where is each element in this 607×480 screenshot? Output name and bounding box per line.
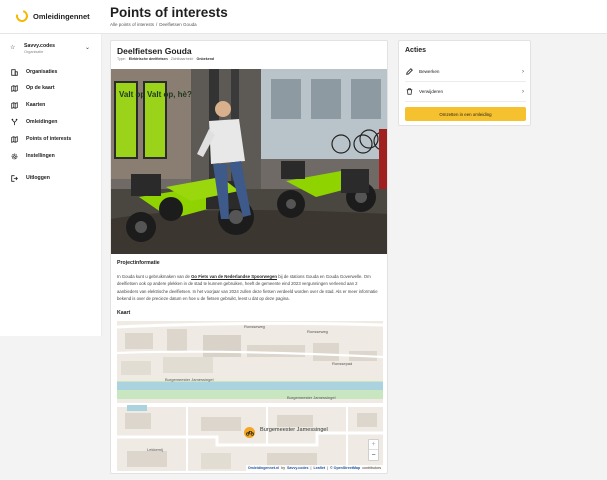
map-icon xyxy=(10,84,18,92)
project-info-text-part1: In Gouda kunt u gebruikmaken van de xyxy=(117,274,192,279)
breadcrumb-current: Deelfietsen Gouda xyxy=(159,22,197,27)
street-label: Ronsseweg xyxy=(307,329,328,334)
edit-action[interactable]: Bewerken › xyxy=(405,62,526,82)
poster-text-2: Valt op, hè? xyxy=(147,90,192,99)
trash-icon xyxy=(405,88,413,96)
marker-label: Burgemeester Jamessingel xyxy=(260,427,328,433)
detour-icon xyxy=(10,118,18,126)
logout-icon xyxy=(10,174,18,182)
sidebar-item-label: Points of interests xyxy=(26,136,72,142)
edit-action-label: Bewerken xyxy=(419,69,440,74)
zoom-control: + − xyxy=(368,439,379,461)
breadcrumb: Alle points of interests / Deelfietsen G… xyxy=(110,22,197,27)
sidebar-item-label: Omleidingen xyxy=(26,119,58,125)
project-info-text: In Gouda kunt u gebruikmaken van de Go F… xyxy=(117,273,379,303)
street-label: Burgemeester Jamessingel xyxy=(287,395,336,400)
poi-detail-card: Deelfietsen Gouda Type: Elektrische deel… xyxy=(110,40,388,474)
street-label: Ronssepad xyxy=(332,361,353,366)
chevron-down-icon: ⌄ xyxy=(84,45,90,51)
sidebar-item-label: Kaarten xyxy=(26,102,46,108)
delete-action-label: Verwijderen xyxy=(419,89,444,94)
go-fiets-link[interactable]: Go Fiets van de Nederlandse Spoorwegen xyxy=(191,274,277,279)
sidebar-item-uitloggen[interactable]: Uitloggen xyxy=(10,172,96,184)
sidebar-item-omleidingen[interactable]: Omleidingen xyxy=(10,116,96,128)
project-info-heading: Projectinformatie xyxy=(117,260,160,266)
sidebar-item-label: Instellingen xyxy=(26,153,55,159)
zoom-in-button[interactable]: + xyxy=(369,440,378,450)
attribution-link-omleidingennet[interactable]: Omleidingennet.nl xyxy=(248,466,279,470)
organisation-switcher[interactable]: ☆ Savvy.codes Organisatie ⌄ xyxy=(10,43,92,59)
sidebar-item-label: Op de kaart xyxy=(26,85,55,91)
map-heading: Kaart xyxy=(117,310,131,316)
map-folded-icon xyxy=(10,101,18,109)
breadcrumb-separator: / xyxy=(156,22,158,27)
chevron-right-icon: › xyxy=(522,68,524,75)
attribution-sep: | xyxy=(310,466,312,470)
attribution-link-leaflet[interactable]: Leaflet xyxy=(313,466,325,470)
poi-title: Deelfietsen Gouda xyxy=(117,46,192,56)
sidebar-item-label: Uitloggen xyxy=(26,175,50,181)
poi-photo: Valt op, hè? Valt op, hè? xyxy=(111,69,387,254)
sidebar-item-points-of-interests[interactable]: Points of interests xyxy=(10,133,96,145)
app-logo[interactable]: Omleidingennet xyxy=(13,7,90,25)
breadcrumb-link-all-pois[interactable]: Alle points of interests xyxy=(110,22,154,27)
meta-visibility-label: Zichtbaarheid: xyxy=(170,57,194,61)
pin-icon xyxy=(10,135,18,143)
top-bar: Omleidingennet Points of interests Alle … xyxy=(0,0,607,34)
star-icon: ☆ xyxy=(10,45,16,51)
sidebar-item-kaarten[interactable]: Kaarten xyxy=(10,99,96,111)
meta-visibility-value: Onbekend xyxy=(196,57,215,61)
building-icon xyxy=(10,68,18,76)
sidebar: ☆ Savvy.codes Organisatie ⌄ Organisaties… xyxy=(0,34,102,336)
actions-card: Acties Bewerken › Verwijderen › Omzetten… xyxy=(398,40,531,126)
sidebar-item-organisaties[interactable]: Organisaties xyxy=(10,66,96,78)
attribution-by: by xyxy=(281,466,286,470)
organisation-name: Savvy.codes xyxy=(24,43,56,49)
sidebar-item-label: Organisaties xyxy=(26,69,58,75)
delete-action[interactable]: Verwijderen › xyxy=(405,82,526,102)
pencil-icon xyxy=(405,68,413,76)
convert-to-detour-button[interactable]: Omzetten in een omleiding xyxy=(405,107,526,121)
attribution-link-osm[interactable]: © OpenStreetMap xyxy=(330,466,360,470)
gear-icon xyxy=(10,152,18,160)
actions-title: Acties xyxy=(405,47,427,54)
sidebar-item-op-de-kaart[interactable]: Op de kaart xyxy=(10,82,96,94)
location-map[interactable]: Ronsseweg Ronsseweg Burgemeester Jamessi… xyxy=(117,321,383,471)
poi-meta: Type: Elektrische deelfietsen Zichtbaarh… xyxy=(117,57,214,61)
zoom-out-button[interactable]: − xyxy=(369,450,378,460)
logo-icon xyxy=(13,7,31,25)
chevron-right-icon: › xyxy=(522,88,524,95)
sidebar-item-instellingen[interactable]: Instellingen xyxy=(10,150,96,162)
attribution-sep: | xyxy=(327,466,328,470)
meta-type-label: Type: xyxy=(117,57,126,61)
attribution-link-savvy[interactable]: Savvy.codes xyxy=(287,466,309,470)
page-title: Points of interests xyxy=(110,5,228,20)
map-attribution: Omleidingennet.nl by Savvy.codes | Leafl… xyxy=(245,465,383,471)
street-label: Burgemeester Jamessingel xyxy=(165,377,214,382)
meta-type-value: Elektrische deelfietsen xyxy=(128,57,168,61)
app-name: Omleidingennet xyxy=(33,11,90,21)
attribution-contributors: contributors xyxy=(362,466,381,470)
poi-marker-icon[interactable] xyxy=(244,427,255,438)
street-label: Ronsseweg xyxy=(244,324,265,329)
organisation-subtitle: Organisatie xyxy=(24,50,44,54)
street-label: Lekkemij xyxy=(147,447,163,452)
